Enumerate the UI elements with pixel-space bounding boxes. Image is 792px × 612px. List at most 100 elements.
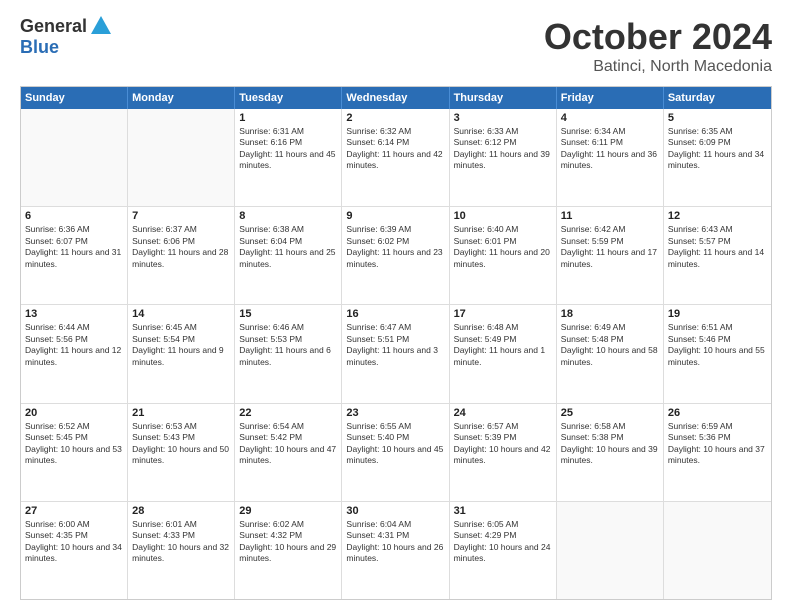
cal-cell-1-0: 6Sunrise: 6:36 AM Sunset: 6:07 PM Daylig… (21, 207, 128, 304)
cal-cell-0-5: 4Sunrise: 6:34 AM Sunset: 6:11 PM Daylig… (557, 109, 664, 206)
calendar-body: 1 Sunrise: 6:31 AM Sunset: 6:16 PM Daylig… (21, 109, 771, 599)
header-wednesday: Wednesday (342, 87, 449, 109)
day-num-2-5: 18 (561, 308, 659, 320)
cal-row-0: 1 Sunrise: 6:31 AM Sunset: 6:16 PM Daylig… (21, 109, 771, 207)
day-num-1-1: 7 (132, 210, 230, 222)
cal-cell-3-1: 21Sunrise: 6:53 AM Sunset: 5:43 PM Dayli… (128, 404, 235, 501)
header: General Blue October 2024 Batinci, North… (20, 16, 772, 76)
cal-cell-3-0: 20Sunrise: 6:52 AM Sunset: 5:45 PM Dayli… (21, 404, 128, 501)
cal-cell-3-5: 25Sunrise: 6:58 AM Sunset: 5:38 PM Dayli… (557, 404, 664, 501)
cell-text-3-4: Sunrise: 6:57 AM Sunset: 5:39 PM Dayligh… (454, 421, 552, 467)
day-num-1-5: 11 (561, 210, 659, 222)
day-num-1-2: 8 (239, 210, 337, 222)
cell-text-1-5: Sunrise: 6:42 AM Sunset: 5:59 PM Dayligh… (561, 224, 659, 270)
day-num-3-4: 24 (454, 407, 552, 419)
day-num-4-1: 28 (132, 505, 230, 517)
cell-text-0-4: Sunrise: 6:33 AM Sunset: 6:12 PM Dayligh… (454, 126, 552, 172)
logo-icon (91, 16, 111, 34)
cal-cell-2-6: 19Sunrise: 6:51 AM Sunset: 5:46 PM Dayli… (664, 305, 771, 402)
cell-text-4-4: Sunrise: 6:05 AM Sunset: 4:29 PM Dayligh… (454, 519, 552, 565)
day-num-4-4: 31 (454, 505, 552, 517)
header-saturday: Saturday (664, 87, 771, 109)
cal-cell-1-2: 8 Sunrise: 6:38 AM Sunset: 6:04 PM Daylig… (235, 207, 342, 304)
cal-row-3: 20Sunrise: 6:52 AM Sunset: 5:45 PM Dayli… (21, 404, 771, 502)
header-sunday: Sunday (21, 87, 128, 109)
cell-text-4-2: Sunrise: 6:02 AM Sunset: 4:32 PM Dayligh… (239, 519, 337, 565)
cell-text-0-5: Sunrise: 6:34 AM Sunset: 6:11 PM Dayligh… (561, 126, 659, 172)
cell-text-1-2: Sunrise: 6:38 AM Sunset: 6:04 PM Dayligh… (239, 224, 337, 270)
cal-cell-0-4: 3 Sunrise: 6:33 AM Sunset: 6:12 PM Daylig… (450, 109, 557, 206)
cal-cell-1-5: 11 Sunrise: 6:42 AM Sunset: 5:59 PM Dayli… (557, 207, 664, 304)
cell-text-3-6: Sunrise: 6:59 AM Sunset: 5:36 PM Dayligh… (668, 421, 767, 467)
cal-cell-1-1: 7 Sunrise: 6:37 AM Sunset: 6:06 PM Daylig… (128, 207, 235, 304)
day-num-3-6: 26 (668, 407, 767, 419)
cal-cell-0-2: 1 Sunrise: 6:31 AM Sunset: 6:16 PM Daylig… (235, 109, 342, 206)
cal-cell-3-3: 23Sunrise: 6:55 AM Sunset: 5:40 PM Dayli… (342, 404, 449, 501)
cal-cell-3-2: 22Sunrise: 6:54 AM Sunset: 5:42 PM Dayli… (235, 404, 342, 501)
day-num-3-0: 20 (25, 407, 123, 419)
day-num-2-4: 17 (454, 308, 552, 320)
day-num-2-1: 14 (132, 308, 230, 320)
cal-cell-4-1: 28 Sunrise: 6:01 AM Sunset: 4:33 PM Dayli… (128, 502, 235, 599)
cell-text-0-3: Sunrise: 6:32 AM Sunset: 6:14 PM Dayligh… (346, 126, 444, 172)
cell-text-4-0: Sunrise: 6:00 AM Sunset: 4:35 PM Dayligh… (25, 519, 123, 565)
cal-cell-0-1 (128, 109, 235, 206)
title-block: October 2024 Batinci, North Macedonia (544, 16, 772, 76)
day-num-2-0: 13 (25, 308, 123, 320)
cell-text-2-4: Sunrise: 6:48 AM Sunset: 5:49 PM Dayligh… (454, 322, 552, 368)
day-num-2-2: 15 (239, 308, 337, 320)
cell-text-2-6: Sunrise: 6:51 AM Sunset: 5:46 PM Dayligh… (668, 322, 767, 368)
cal-cell-4-3: 30 Sunrise: 6:04 AM Sunset: 4:31 PM Dayli… (342, 502, 449, 599)
logo-general: General (20, 16, 87, 37)
cell-text-0-6: Sunrise: 6:35 AM Sunset: 6:09 PM Dayligh… (668, 126, 767, 172)
calendar-location: Batinci, North Macedonia (544, 58, 772, 76)
cell-text-3-3: Sunrise: 6:55 AM Sunset: 5:40 PM Dayligh… (346, 421, 444, 467)
cal-cell-0-3: 2 Sunrise: 6:32 AM Sunset: 6:14 PM Daylig… (342, 109, 449, 206)
day-num-1-0: 6 (25, 210, 123, 222)
cal-row-4: 27 Sunrise: 6:00 AM Sunset: 4:35 PM Dayli… (21, 502, 771, 599)
cal-cell-0-6: 5 Sunrise: 6:35 AM Sunset: 6:09 PM Daylig… (664, 109, 771, 206)
cal-cell-2-4: 17 Sunrise: 6:48 AM Sunset: 5:49 PM Dayli… (450, 305, 557, 402)
day-num-1-3: 9 (346, 210, 444, 222)
cal-row-1: 6Sunrise: 6:36 AM Sunset: 6:07 PM Daylig… (21, 207, 771, 305)
header-monday: Monday (128, 87, 235, 109)
cell-text-3-1: Sunrise: 6:53 AM Sunset: 5:43 PM Dayligh… (132, 421, 230, 467)
page: General Blue October 2024 Batinci, North… (0, 0, 792, 612)
cell-text-3-2: Sunrise: 6:54 AM Sunset: 5:42 PM Dayligh… (239, 421, 337, 467)
cal-cell-4-2: 29 Sunrise: 6:02 AM Sunset: 4:32 PM Dayli… (235, 502, 342, 599)
cal-cell-4-0: 27 Sunrise: 6:00 AM Sunset: 4:35 PM Dayli… (21, 502, 128, 599)
cell-text-0-2: Sunrise: 6:31 AM Sunset: 6:16 PM Dayligh… (239, 126, 337, 172)
cell-text-2-1: Sunrise: 6:45 AM Sunset: 5:54 PM Dayligh… (132, 322, 230, 368)
cell-text-2-0: Sunrise: 6:44 AM Sunset: 5:56 PM Dayligh… (25, 322, 123, 368)
cell-text-2-2: Sunrise: 6:46 AM Sunset: 5:53 PM Dayligh… (239, 322, 337, 368)
day-num-1-4: 10 (454, 210, 552, 222)
cal-cell-3-4: 24 Sunrise: 6:57 AM Sunset: 5:39 PM Dayli… (450, 404, 557, 501)
cell-text-4-1: Sunrise: 6:01 AM Sunset: 4:33 PM Dayligh… (132, 519, 230, 565)
cal-row-2: 13 Sunrise: 6:44 AM Sunset: 5:56 PM Dayli… (21, 305, 771, 403)
day-num-1-6: 12 (668, 210, 767, 222)
cal-cell-2-1: 14 Sunrise: 6:45 AM Sunset: 5:54 PM Dayli… (128, 305, 235, 402)
cell-text-4-3: Sunrise: 6:04 AM Sunset: 4:31 PM Dayligh… (346, 519, 444, 565)
cal-cell-1-4: 10 Sunrise: 6:40 AM Sunset: 6:01 PM Dayli… (450, 207, 557, 304)
day-num-4-0: 27 (25, 505, 123, 517)
day-num-2-3: 16 (346, 308, 444, 320)
day-num-0-3: 2 (346, 112, 444, 124)
header-friday: Friday (557, 87, 664, 109)
cal-cell-4-4: 31 Sunrise: 6:05 AM Sunset: 4:29 PM Dayli… (450, 502, 557, 599)
header-tuesday: Tuesday (235, 87, 342, 109)
day-num-0-4: 3 (454, 112, 552, 124)
cal-cell-2-0: 13 Sunrise: 6:44 AM Sunset: 5:56 PM Dayli… (21, 305, 128, 402)
day-num-4-2: 29 (239, 505, 337, 517)
cal-cell-2-2: 15 Sunrise: 6:46 AM Sunset: 5:53 PM Dayli… (235, 305, 342, 402)
cal-cell-1-6: 12Sunrise: 6:43 AM Sunset: 5:57 PM Dayli… (664, 207, 771, 304)
day-num-3-5: 25 (561, 407, 659, 419)
day-num-0-2: 1 (239, 112, 337, 124)
cal-cell-4-6 (664, 502, 771, 599)
cal-cell-0-0 (21, 109, 128, 206)
cell-text-1-1: Sunrise: 6:37 AM Sunset: 6:06 PM Dayligh… (132, 224, 230, 270)
logo-blue: Blue (20, 37, 59, 58)
cal-cell-3-6: 26 Sunrise: 6:59 AM Sunset: 5:36 PM Dayli… (664, 404, 771, 501)
day-num-4-3: 30 (346, 505, 444, 517)
cell-text-1-4: Sunrise: 6:40 AM Sunset: 6:01 PM Dayligh… (454, 224, 552, 270)
day-num-0-6: 5 (668, 112, 767, 124)
